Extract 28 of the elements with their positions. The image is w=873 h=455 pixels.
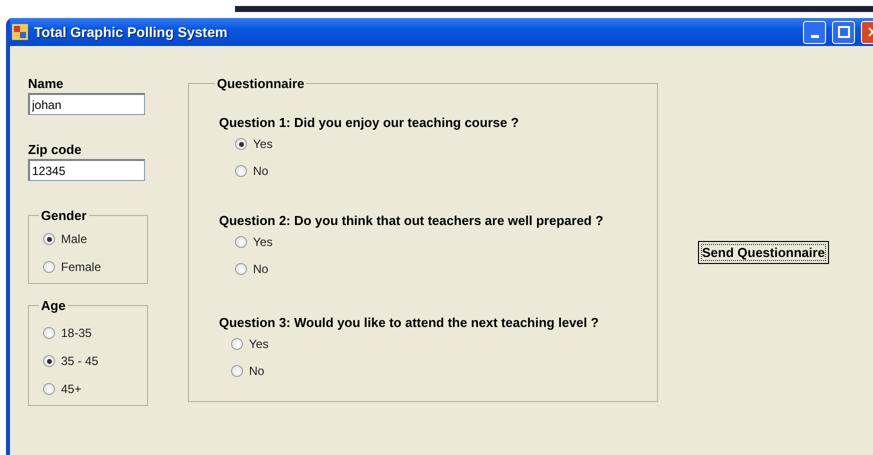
group-title: Gender bbox=[40, 208, 88, 223]
window-title: Total Graphic Polling System bbox=[34, 24, 228, 40]
radio-option[interactable]: 18-35 bbox=[43, 323, 92, 343]
question-text: Question 3: Would you like to attend the next teaching level ? bbox=[219, 315, 600, 330]
radio-option[interactable]: Yes bbox=[231, 334, 269, 354]
send-button[interactable]: Send Questionnaire bbox=[698, 241, 829, 264]
app-icon bbox=[12, 24, 28, 40]
radio-option[interactable]: No bbox=[235, 161, 268, 181]
radio-option[interactable]: No bbox=[235, 259, 268, 279]
maximize-icon bbox=[838, 26, 850, 38]
input-field[interactable]: 12345 bbox=[28, 159, 145, 181]
group-title: Questionnaire bbox=[216, 76, 306, 91]
group-title: Age bbox=[40, 298, 67, 313]
radio-option[interactable]: Yes bbox=[235, 134, 273, 154]
minimize-icon bbox=[810, 34, 818, 38]
radio-option[interactable]: No bbox=[231, 361, 264, 381]
radio-option[interactable]: Yes bbox=[235, 232, 273, 252]
question-text: Question 1: Did you enjoy our teaching course ? bbox=[219, 115, 520, 130]
field-label: Zip code bbox=[28, 142, 82, 157]
radio-option[interactable]: 45+ bbox=[43, 379, 82, 399]
field-label: Name bbox=[28, 76, 64, 91]
maximize-button[interactable] bbox=[832, 20, 855, 44]
radio-option[interactable]: Male bbox=[43, 229, 88, 249]
radio-option[interactable]: Female bbox=[43, 257, 102, 277]
input-field[interactable]: johan bbox=[28, 93, 145, 115]
question-text: Question 2: Do you think that out teachers are well prepared ? bbox=[219, 213, 604, 228]
minimize-button[interactable] bbox=[803, 20, 826, 44]
radio-option[interactable]: 35 - 45 bbox=[43, 351, 98, 371]
